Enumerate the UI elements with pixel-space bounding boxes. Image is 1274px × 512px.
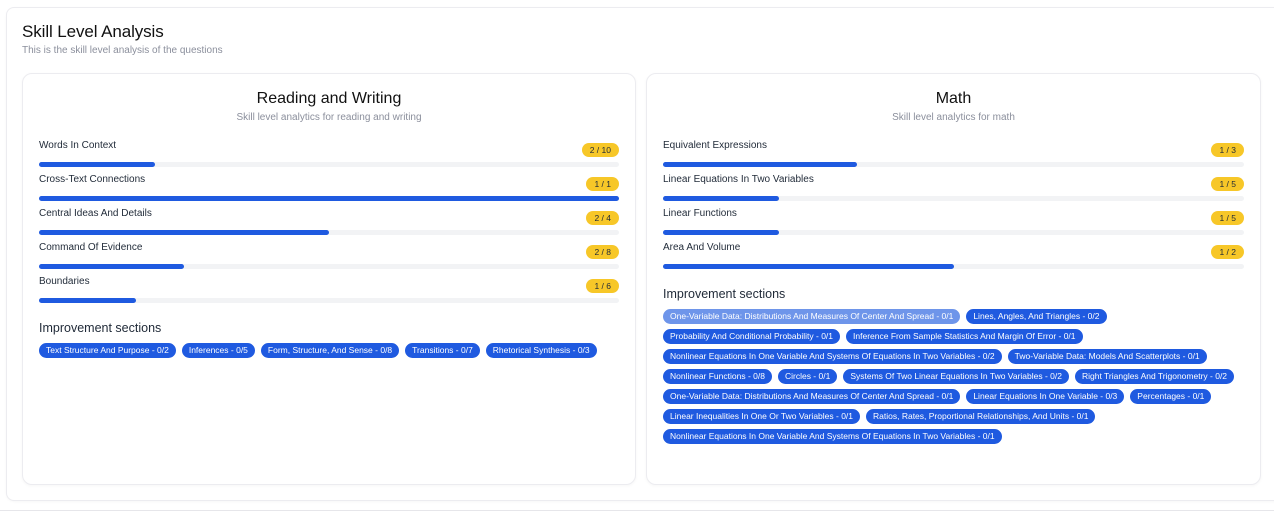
progress-track bbox=[39, 230, 619, 235]
reading-writing-card: Reading and Writing Skill level analytic… bbox=[22, 73, 636, 485]
card-subtitle: Skill level analytics for reading and wr… bbox=[236, 112, 422, 123]
improvement-tag[interactable]: Inference From Sample Statistics And Mar… bbox=[846, 329, 1083, 344]
math-card: Math Skill level analytics for math Equi… bbox=[646, 73, 1261, 485]
improvement-tag[interactable]: Linear Inequalities In One Or Two Variab… bbox=[663, 409, 861, 424]
skill-score-badge: 1 / 2 bbox=[1211, 245, 1244, 259]
improvement-tag[interactable]: Two-Variable Data: Models And Scatterplo… bbox=[1007, 349, 1207, 364]
improvement-tag[interactable]: Form, Structure, And Sense - 0/8 bbox=[260, 343, 400, 358]
skill-row-central-ideas: Central Ideas And Details 2 / 4 bbox=[39, 208, 619, 238]
progress-fill bbox=[39, 298, 136, 303]
skill-row-cross-text-connections: Cross-Text Connections 1 / 1 bbox=[39, 174, 619, 204]
skill-row-linear-equations-two-variables: Linear Equations In Two Variables 1 / 5 bbox=[663, 174, 1244, 204]
improvement-tag[interactable]: Percentages - 0/1 bbox=[1130, 389, 1212, 404]
skill-name: Area And Volume bbox=[663, 242, 741, 253]
improvement-tag[interactable]: One-Variable Data: Distributions And Mea… bbox=[663, 389, 961, 404]
skill-row-equivalent-expressions: Equivalent Expressions 1 / 3 bbox=[663, 140, 1244, 170]
improvement-tag[interactable]: Nonlinear Equations In One Variable And … bbox=[663, 429, 1002, 444]
skill-score-badge: 2 / 10 bbox=[581, 143, 619, 157]
skill-score-badge: 1 / 5 bbox=[1211, 177, 1244, 191]
skill-score-badge: 1 / 1 bbox=[586, 177, 619, 191]
improvement-tag[interactable]: Probability And Conditional Probability … bbox=[663, 329, 841, 344]
progress-track bbox=[39, 196, 619, 201]
progress-fill bbox=[39, 230, 329, 235]
improvement-tag[interactable]: Lines, Angles, And Triangles - 0/2 bbox=[966, 309, 1107, 324]
progress-track bbox=[39, 162, 619, 167]
improvement-sections-title: Improvement sections bbox=[39, 321, 162, 335]
skill-name: Boundaries bbox=[39, 276, 90, 287]
progress-track bbox=[39, 264, 619, 269]
card-title: Math bbox=[935, 90, 972, 107]
improvement-tag[interactable]: Circles - 0/1 bbox=[777, 369, 838, 384]
progress-fill bbox=[663, 162, 857, 167]
progress-fill bbox=[663, 230, 780, 235]
card-subtitle: Skill level analytics for math bbox=[892, 112, 1015, 123]
improvement-tag[interactable]: Nonlinear Functions - 0/8 bbox=[663, 369, 772, 384]
improvement-tag[interactable]: Rhetorical Synthesis - 0/3 bbox=[485, 343, 597, 358]
skill-name: Linear Functions bbox=[663, 208, 737, 219]
improvement-tag[interactable]: Nonlinear Equations In One Variable And … bbox=[663, 349, 1002, 364]
improvement-sections-title: Improvement sections bbox=[663, 287, 786, 301]
page-divider bbox=[0, 510, 1274, 511]
skill-row-boundaries: Boundaries 1 / 6 bbox=[39, 276, 619, 306]
skill-name: Cross-Text Connections bbox=[39, 174, 146, 185]
skill-row-area-and-volume: Area And Volume 1 / 2 bbox=[663, 242, 1244, 272]
skill-score-badge: 1 / 6 bbox=[586, 279, 619, 293]
improvement-tag[interactable]: Linear Equations In One Variable - 0/3 bbox=[966, 389, 1125, 404]
card-title: Reading and Writing bbox=[256, 90, 402, 107]
skill-row-command-of-evidence: Command Of Evidence 2 / 8 bbox=[39, 242, 619, 272]
progress-track bbox=[663, 264, 1244, 269]
skill-name: Linear Equations In Two Variables bbox=[663, 174, 814, 185]
page-title: Skill Level Analysis bbox=[22, 22, 164, 41]
skill-name: Words In Context bbox=[39, 140, 117, 151]
skill-score-badge: 2 / 8 bbox=[586, 245, 619, 259]
improvement-tag[interactable]: Right Triangles And Trigonometry - 0/2 bbox=[1074, 369, 1235, 384]
improvement-tag[interactable]: Inferences - 0/5 bbox=[181, 343, 255, 358]
page-subtitle: This is the skill level analysis of the … bbox=[22, 45, 223, 56]
progress-track bbox=[663, 196, 1244, 201]
improvement-tag[interactable]: Systems Of Two Linear Equations In Two V… bbox=[843, 369, 1069, 384]
progress-fill bbox=[39, 264, 184, 269]
progress-track bbox=[39, 298, 619, 303]
progress-fill bbox=[663, 264, 954, 269]
progress-fill bbox=[663, 196, 780, 201]
improvement-tag[interactable]: Transitions - 0/7 bbox=[405, 343, 480, 358]
progress-track bbox=[663, 230, 1244, 235]
progress-track bbox=[663, 162, 1244, 167]
skill-score-badge: 1 / 3 bbox=[1211, 143, 1244, 157]
skill-row-words-in-context: Words In Context 2 / 10 bbox=[39, 140, 619, 170]
progress-fill bbox=[39, 162, 155, 167]
skill-name: Equivalent Expressions bbox=[663, 140, 767, 151]
improvement-tag[interactable]: One-Variable Data: Distributions And Mea… bbox=[663, 309, 961, 324]
skill-name: Central Ideas And Details bbox=[39, 208, 152, 219]
skill-row-linear-functions: Linear Functions 1 / 5 bbox=[663, 208, 1244, 238]
skill-score-badge: 2 / 4 bbox=[586, 211, 619, 225]
improvement-tag[interactable]: Text Structure And Purpose - 0/2 bbox=[39, 343, 176, 358]
improvement-tags: Text Structure And Purpose - 0/2 Inferen… bbox=[39, 343, 625, 358]
skill-name: Command Of Evidence bbox=[39, 242, 143, 253]
progress-fill bbox=[39, 196, 619, 201]
skill-score-badge: 1 / 5 bbox=[1211, 211, 1244, 225]
improvement-tag[interactable]: Ratios, Rates, Proportional Relationship… bbox=[866, 409, 1096, 424]
improvement-tags: One-Variable Data: Distributions And Mea… bbox=[663, 309, 1250, 444]
